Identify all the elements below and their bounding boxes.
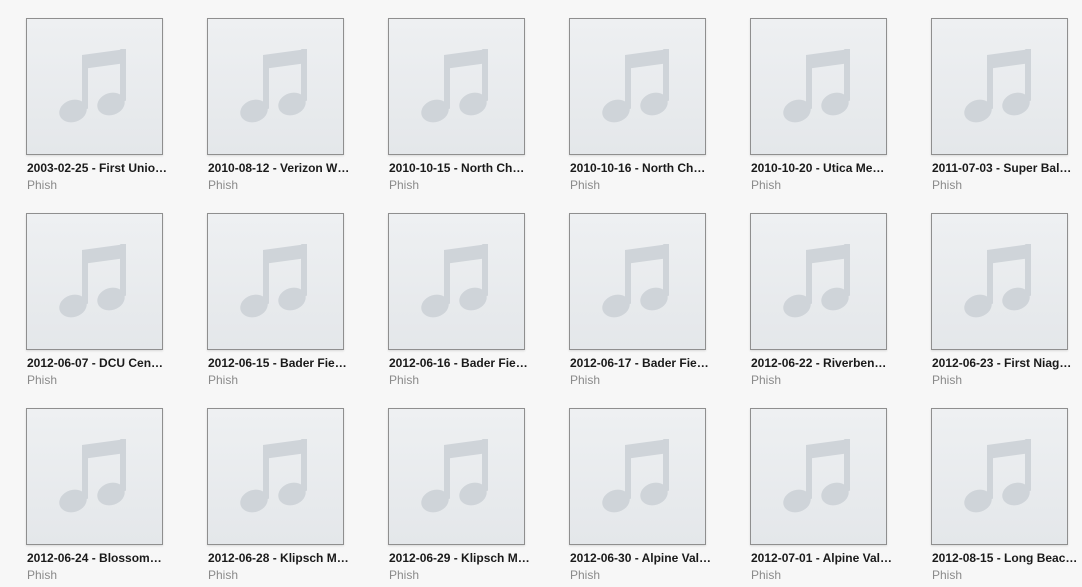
album-title: 2012-06-24 - Blossom…: [27, 551, 162, 565]
album-title: 2012-06-30 - Alpine Val…: [570, 551, 711, 565]
music-note-icon: [59, 439, 126, 513]
album-artwork[interactable]: [26, 213, 163, 350]
album-tile[interactable]: 2012-06-23 - First Niag… Phish: [931, 213, 1082, 391]
album-title: 2012-06-29 - Klipsch M…: [389, 551, 530, 565]
music-note-icon: [240, 244, 307, 318]
album-artwork[interactable]: [388, 18, 525, 155]
album-artist: Phish: [208, 568, 239, 582]
music-note-icon: [240, 49, 307, 123]
album-title: 2012-07-01 - Alpine Val…: [751, 551, 892, 565]
album-artist: Phish: [389, 568, 420, 582]
album-tile[interactable]: 2012-07-01 - Alpine Val… Phish: [750, 408, 910, 586]
album-title: 2010-08-12 - Verizon W…: [208, 161, 350, 175]
music-note-icon: [59, 49, 126, 123]
album-artwork[interactable]: [750, 408, 887, 545]
album-artwork[interactable]: [750, 213, 887, 350]
album-artist: Phish: [570, 373, 601, 387]
album-tile[interactable]: 2010-10-20 - Utica Me… Phish: [750, 18, 910, 196]
album-tile[interactable]: 2010-08-12 - Verizon W… Phish: [207, 18, 367, 196]
album-tile[interactable]: 2012-08-15 - Long Beac… Phish: [931, 408, 1082, 586]
album-artwork[interactable]: [207, 408, 344, 545]
album-artist: Phish: [27, 373, 58, 387]
album-tile[interactable]: 2012-06-07 - DCU Cen… Phish: [26, 213, 186, 391]
album-title: 2010-10-20 - Utica Me…: [751, 161, 885, 175]
music-note-icon: [783, 49, 850, 123]
album-artist: Phish: [570, 178, 601, 192]
album-artist: Phish: [389, 373, 420, 387]
music-note-icon: [783, 244, 850, 318]
album-tile[interactable]: 2012-06-22 - Riverben… Phish: [750, 213, 910, 391]
album-artist: Phish: [208, 178, 239, 192]
album-artwork[interactable]: [931, 213, 1068, 350]
music-note-icon: [602, 439, 669, 513]
music-note-icon: [240, 439, 307, 513]
album-title: 2012-06-28 - Klipsch M…: [208, 551, 349, 565]
album-title: 2012-06-22 - Riverben…: [751, 356, 887, 370]
album-artist: Phish: [932, 568, 963, 582]
music-note-icon: [964, 439, 1031, 513]
album-title: 2003-02-25 - First Unio…: [27, 161, 168, 175]
album-tile[interactable]: 2012-06-24 - Blossom… Phish: [26, 408, 186, 586]
album-title: 2010-10-16 - North Ch…: [570, 161, 706, 175]
album-artwork[interactable]: [207, 18, 344, 155]
music-note-icon: [964, 244, 1031, 318]
album-artwork[interactable]: [569, 18, 706, 155]
album-artwork[interactable]: [750, 18, 887, 155]
album-artist: Phish: [932, 178, 963, 192]
album-artist: Phish: [27, 178, 58, 192]
album-artwork[interactable]: [207, 213, 344, 350]
album-artwork[interactable]: [931, 408, 1068, 545]
album-grid: 2003-02-25 - First Unio… Phish 2010-08-12 …: [0, 0, 1082, 587]
music-note-icon: [421, 49, 488, 123]
album-artwork[interactable]: [388, 408, 525, 545]
album-artist: Phish: [570, 568, 601, 582]
album-tile[interactable]: 2012-06-17 - Bader Fie… Phish: [569, 213, 729, 391]
album-artist: Phish: [932, 373, 963, 387]
music-note-icon: [421, 244, 488, 318]
album-title: 2012-06-17 - Bader Fie…: [570, 356, 709, 370]
album-artwork[interactable]: [569, 213, 706, 350]
album-tile[interactable]: 2011-07-03 - Super Bal… Phish: [931, 18, 1082, 196]
album-artist: Phish: [208, 373, 239, 387]
album-artist: Phish: [389, 178, 420, 192]
album-title: 2010-10-15 - North Ch…: [389, 161, 525, 175]
album-tile[interactable]: 2012-06-28 - Klipsch M… Phish: [207, 408, 367, 586]
music-note-icon: [602, 244, 669, 318]
album-tile[interactable]: 2012-06-15 - Bader Fie… Phish: [207, 213, 367, 391]
album-tile[interactable]: 2003-02-25 - First Unio… Phish: [26, 18, 186, 196]
album-title: 2012-08-15 - Long Beac…: [932, 551, 1078, 565]
music-note-icon: [59, 244, 126, 318]
album-tile[interactable]: 2012-06-29 - Klipsch M… Phish: [388, 408, 548, 586]
album-artwork[interactable]: [26, 18, 163, 155]
album-tile[interactable]: 2010-10-16 - North Ch… Phish: [569, 18, 729, 196]
music-note-icon: [783, 439, 850, 513]
album-title: 2012-06-15 - Bader Fie…: [208, 356, 347, 370]
album-tile[interactable]: 2010-10-15 - North Ch… Phish: [388, 18, 548, 196]
album-title: 2012-06-07 - DCU Cen…: [27, 356, 164, 370]
album-artwork[interactable]: [26, 408, 163, 545]
album-artist: Phish: [27, 568, 58, 582]
music-note-icon: [964, 49, 1031, 123]
music-note-icon: [602, 49, 669, 123]
album-artwork[interactable]: [388, 213, 525, 350]
album-title: 2012-06-16 - Bader Fie…: [389, 356, 528, 370]
music-note-icon: [421, 439, 488, 513]
album-artist: Phish: [751, 373, 782, 387]
album-artwork[interactable]: [569, 408, 706, 545]
album-artwork[interactable]: [931, 18, 1068, 155]
album-artist: Phish: [751, 178, 782, 192]
album-title: 2012-06-23 - First Niag…: [932, 356, 1072, 370]
album-artist: Phish: [751, 568, 782, 582]
album-tile[interactable]: 2012-06-30 - Alpine Val… Phish: [569, 408, 729, 586]
album-tile[interactable]: 2012-06-16 - Bader Fie… Phish: [388, 213, 548, 391]
album-title: 2011-07-03 - Super Bal…: [932, 161, 1072, 175]
